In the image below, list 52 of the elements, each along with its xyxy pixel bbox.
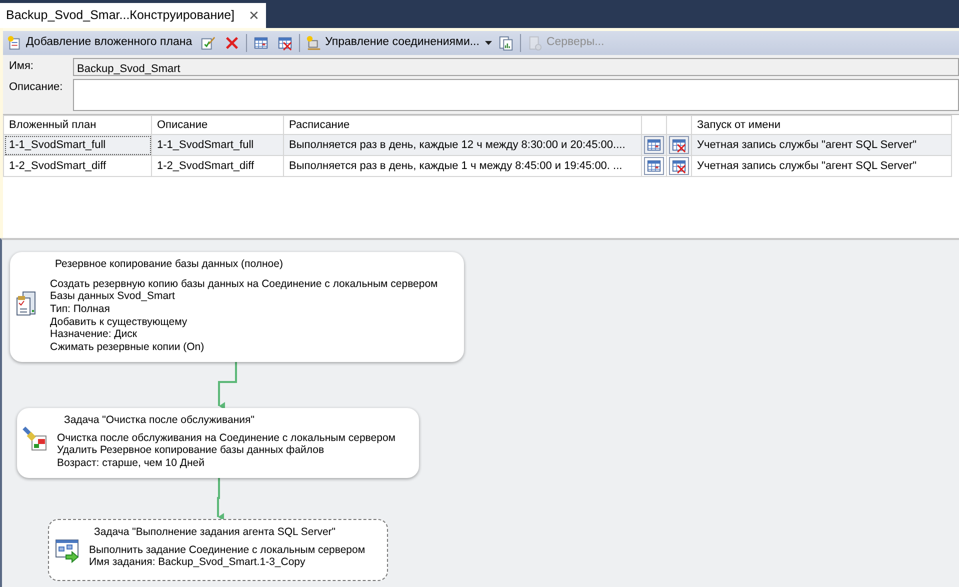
toolbar-button[interactable]: Добавление вложенного плана — [5, 33, 194, 53]
task-detail: Имя задания: Backup_Svod_Smart.1-3_Copy — [89, 556, 306, 569]
caret-icon[interactable] — [485, 41, 492, 45]
close-icon — [224, 35, 240, 51]
column-header: Описание — [152, 115, 284, 135]
table-cell: Выполняется раз в день, каждые 12 ч между 8:30:00 и 20:45:00.... — [284, 134, 642, 156]
task-title: Задача "Выполнение задания агента SQL Server" — [94, 526, 336, 538]
column-header: Расписание — [284, 115, 642, 135]
document-tab[interactable]: Backup_Svod_Smar...Конструирование] ✕ — [0, 3, 266, 28]
table-cell: Выполняется раз в день, каждые 1 ч между 8:45:00 и 19:45:00. ... — [284, 156, 642, 177]
task-title: Резервное копирование базы данных (полное) — [55, 258, 283, 270]
calendar-x-icon — [277, 35, 294, 51]
task-title: Задача "Очистка после обслуживания" — [64, 414, 254, 426]
schedule-button[interactable] — [644, 157, 664, 176]
task-detail: Создать резервную копию базы данных на Соединение с локальным сервером — [50, 278, 438, 290]
name-field[interactable]: Backup_Svod_Smart — [73, 58, 959, 76]
connector-arrow — [217, 478, 224, 521]
table-cell: 1-1_SvodSmart_full — [152, 134, 284, 156]
table-cell: 1-2_SvodSmart_diff — [152, 156, 284, 177]
task-detail: Удалить Резервное копирование базы данных файлов — [57, 444, 326, 457]
table-cell: 1-2_SvodSmart_diff — [4, 156, 152, 177]
table-cell: 1-1_SvodSmart_full — [4, 134, 152, 156]
task-node[interactable]: Задача "Очистка после обслуживания" Очистка после обслуживания на Соединение с локальным сервером Удалить Резервное копирование базы данных файлов Возраст: старше, чем 10 Дней — [17, 408, 419, 478]
document-pencil-icon — [200, 35, 216, 51]
close-icon[interactable]: ✕ — [248, 6, 260, 26]
chart-document-icon — [498, 35, 514, 51]
server-icon — [527, 35, 544, 51]
connector-arrow — [218, 362, 237, 410]
schedule-button[interactable] — [644, 136, 664, 154]
description-label: Описание: — [9, 80, 64, 95]
table-cell: Учетная запись службы "агент SQL Server" — [692, 156, 952, 177]
task-node[interactable]: Задача "Выполнение задания агента SQL Server" Выполнить задание Соединение с локальным сервером Имя задания: Backup_Svod_Smart.1-3_Copy — [48, 518, 388, 581]
delete-schedule-button[interactable] — [669, 136, 689, 154]
table-cell: Учетная запись службы "агент SQL Server" — [692, 134, 952, 156]
task-detail: Назначение: Диск — [50, 328, 138, 341]
task-detail: Выполнить задание Соединение с локальным сервером — [89, 544, 366, 556]
task-detail: Возраст: старше, чем 10 Дней — [57, 456, 206, 470]
task-detail: Очистка после обслуживания на Соединение с локальным сервером — [57, 432, 396, 444]
task-detail: Базы данных Svod_Smart — [50, 290, 176, 303]
name-label: Имя: — [9, 59, 34, 74]
task-detail: Добавить к существующему — [50, 316, 188, 328]
description-field[interactable] — [73, 78, 959, 111]
calendar-icon — [253, 35, 270, 51]
toolbar-button[interactable]: Управление соединениями... — [304, 33, 482, 53]
broom-icon — [22, 426, 48, 452]
task-detail: Тип: Полная — [50, 302, 111, 316]
column-header: Запуск от имени — [692, 115, 952, 135]
column-header: Вложенный план — [4, 115, 152, 135]
delete-schedule-button[interactable] — [669, 157, 689, 176]
task-node[interactable] — [10, 252, 464, 362]
window-arrow-icon — [54, 538, 80, 564]
task-detail: Сжимать резервные копии (On) — [50, 340, 206, 354]
